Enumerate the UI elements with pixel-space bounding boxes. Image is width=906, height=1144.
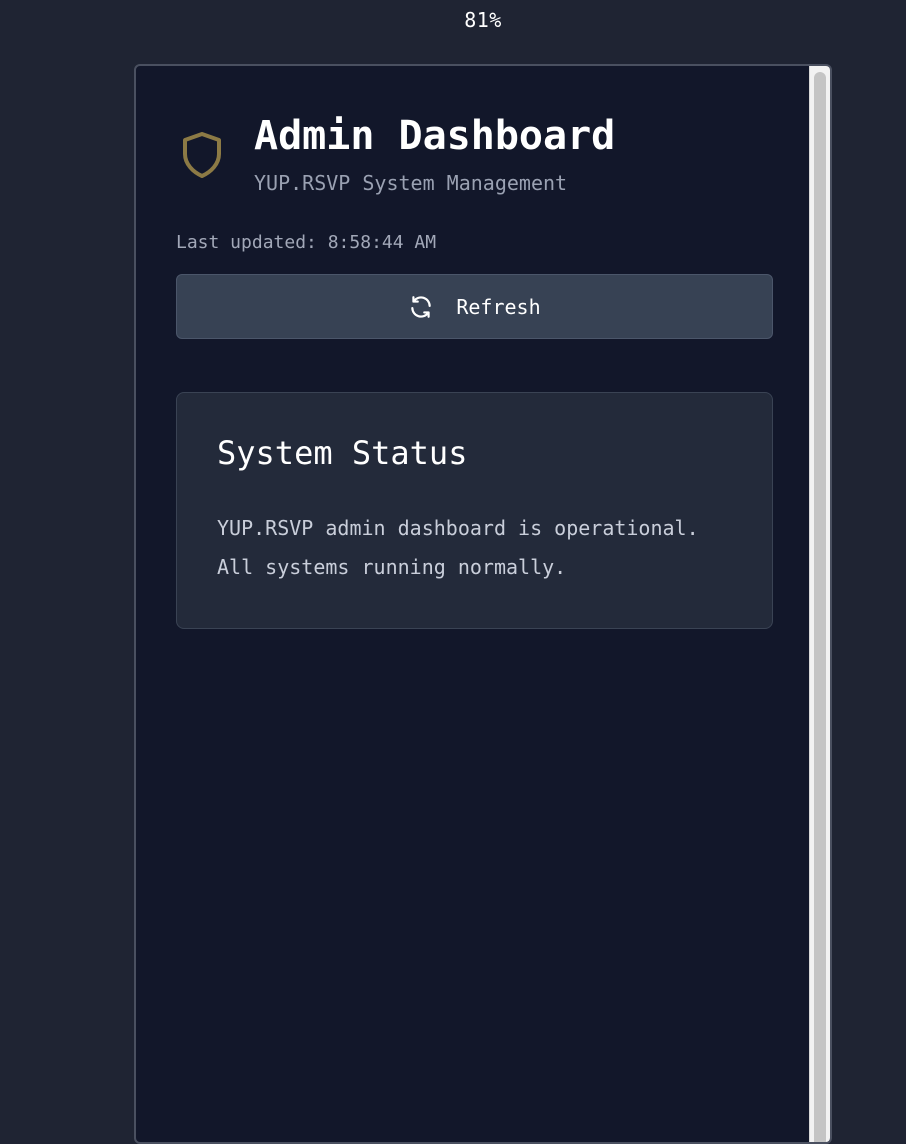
page-subtitle: YUP.RSVP System Management [254, 171, 568, 195]
page-header: Admin Dashboard YUP.RSVP System Manageme… [176, 112, 774, 202]
scrollbar[interactable] [809, 66, 830, 1142]
refresh-button[interactable]: Refresh [176, 274, 773, 339]
app-viewport: Admin Dashboard YUP.RSVP System Manageme… [134, 64, 832, 1144]
page-title: Admin Dashboard [254, 113, 616, 159]
zoom-level: 81% [464, 8, 502, 32]
system-status-message: YUP.RSVP admin dashboard is operational.… [217, 516, 699, 579]
system-status-title: System Status [217, 434, 468, 472]
shield-icon [183, 132, 221, 178]
last-updated-timestamp: Last updated: 8:58:44 AM [176, 232, 437, 253]
scrollbar-thumb[interactable] [814, 72, 826, 1142]
system-status-card: System Status YUP.RSVP admin dashboard i… [176, 392, 773, 629]
refresh-icon [411, 295, 432, 318]
refresh-button-label: Refresh [456, 294, 541, 319]
